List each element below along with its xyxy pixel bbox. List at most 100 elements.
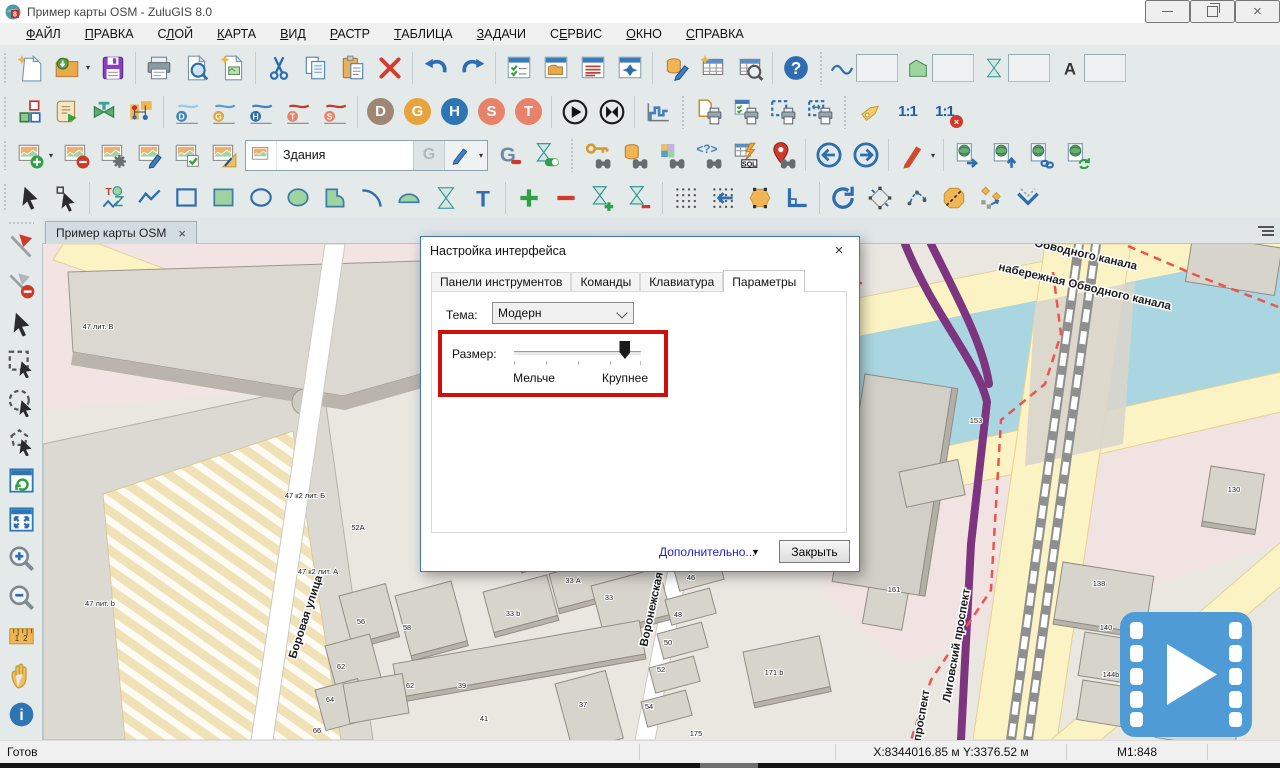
theme-select[interactable]: Модерн: [492, 302, 634, 324]
edit-polygon-nodes-button[interactable]: [742, 179, 777, 216]
layers-window-button[interactable]: [538, 49, 573, 86]
apply-layer-edits-button[interactable]: [169, 137, 204, 174]
chart-s-button[interactable]: S: [317, 93, 352, 130]
advanced-link[interactable]: Дополнительно...: [659, 545, 755, 559]
address-search-button[interactable]: [765, 137, 800, 174]
active-layer-combo[interactable]: ЗданияG▾: [245, 140, 488, 171]
menu-таблица[interactable]: ТАБЛИЦА: [382, 27, 465, 41]
layer-edit-pencil-button[interactable]: [444, 141, 475, 170]
remove-symbol-object-button[interactable]: [622, 179, 657, 216]
dialog-tab-inactive[interactable]: Клавиатура: [640, 272, 723, 291]
line-style-picker[interactable]: [830, 54, 902, 82]
symbol-style-picker-preview[interactable]: [1008, 54, 1050, 82]
navigate-forward-button[interactable]: [848, 137, 883, 174]
toolbar-drag-handle[interactable]: [570, 138, 574, 172]
menu-правка[interactable]: ПРАВКА: [73, 27, 146, 41]
symbol-visibility-toggle-button[interactable]: [529, 137, 564, 174]
remove-object-button[interactable]: [548, 179, 583, 216]
mode-d-button[interactable]: D: [363, 93, 398, 130]
dialog-tab-inactive[interactable]: Панели инструментов: [431, 272, 571, 291]
project-structure-button[interactable]: [12, 93, 47, 130]
restore-button[interactable]: [1190, 0, 1235, 23]
group-style-remove-button[interactable]: G: [492, 137, 527, 174]
toolbar-drag-handle[interactable]: [681, 95, 685, 129]
advanced-caret-icon[interactable]: ▼: [751, 547, 760, 557]
select-circle-button[interactable]: [3, 385, 39, 421]
rotate-object-button[interactable]: [825, 179, 860, 216]
menu-карта[interactable]: КАРТА: [205, 27, 268, 41]
draw-filled-arc-button[interactable]: [391, 179, 426, 216]
pan-button[interactable]: [3, 658, 39, 694]
size-slider-thumb[interactable]: [619, 341, 630, 359]
draw-ellipse-button[interactable]: [243, 179, 278, 216]
video-play-button[interactable]: [1120, 612, 1252, 737]
draw-symbol-button[interactable]: [428, 179, 463, 216]
edit-layer-vertices-button[interactable]: [206, 137, 241, 174]
select-polygon-button[interactable]: [3, 424, 39, 460]
measure-distance-button[interactable]: 12: [3, 619, 39, 655]
toolbar-drag-handle[interactable]: [819, 51, 823, 85]
draw-polygon-button[interactable]: [317, 179, 352, 216]
map-search-button[interactable]: [654, 137, 689, 174]
add-symbol-object-button[interactable]: [585, 179, 620, 216]
add-layer-button[interactable]: [12, 137, 47, 174]
draw-filled-ellipse-button[interactable]: [280, 179, 315, 216]
navigator-window-button[interactable]: [612, 49, 647, 86]
print-preview-button[interactable]: [178, 49, 213, 86]
menu-растр[interactable]: РАСТР: [318, 27, 382, 41]
report-button[interactable]: [215, 49, 250, 86]
undo-button[interactable]: [418, 49, 453, 86]
edit-database-button[interactable]: [658, 49, 693, 86]
new-table-button[interactable]: [695, 49, 730, 86]
menu-файл[interactable]: ФАЙЛ: [14, 27, 73, 41]
menu-сервис[interactable]: СЕРВИС: [538, 27, 614, 41]
delete-button[interactable]: [372, 49, 407, 86]
redo-button[interactable]: [455, 49, 490, 86]
chart-g-button[interactable]: G: [206, 93, 241, 130]
menu-задачи[interactable]: ЗАДАЧИ: [465, 27, 538, 41]
draw-filled-rectangle-button[interactable]: [206, 179, 241, 216]
edit-layer-button[interactable]: [132, 137, 167, 174]
text-style-picker[interactable]: A: [1058, 54, 1130, 82]
marker-tool-button[interactable]: [894, 137, 929, 174]
line-style-picker-preview[interactable]: [856, 54, 898, 82]
print-selection-button[interactable]: [765, 93, 800, 130]
network-editor-button[interactable]: [123, 93, 158, 130]
draw-arc-button[interactable]: [354, 179, 389, 216]
paste-button[interactable]: [335, 49, 370, 86]
query-search-button[interactable]: <?>: [691, 137, 726, 174]
dialog-close-action-button[interactable]: Закрыть: [779, 540, 850, 563]
chart-h-button[interactable]: H: [243, 93, 278, 130]
mode-h-button[interactable]: H: [437, 93, 472, 130]
fill-style-picker[interactable]: [906, 54, 978, 82]
minimize-button[interactable]: [1145, 0, 1190, 23]
print-button[interactable]: [141, 49, 176, 86]
sql-query-button[interactable]: SQL: [728, 137, 763, 174]
task-list-window-button[interactable]: [501, 49, 536, 86]
pointer-button[interactable]: [3, 307, 39, 343]
toolbar-drag-handle[interactable]: [843, 95, 847, 129]
cut-button[interactable]: [261, 49, 296, 86]
draw-text-button[interactable]: T: [465, 179, 500, 216]
menu-справка[interactable]: СПРАВКА: [674, 27, 756, 41]
text-style-picker-preview[interactable]: [1084, 54, 1126, 82]
add-layer-dropdown-caret[interactable]: ▾: [49, 151, 57, 160]
remove-layer-button[interactable]: [58, 137, 93, 174]
sync-map-button[interactable]: [1060, 137, 1095, 174]
table-search-button[interactable]: [732, 49, 767, 86]
object-info-button[interactable]: i: [3, 697, 39, 733]
histogram-button[interactable]: [640, 93, 675, 130]
grid-points-button[interactable]: [668, 179, 703, 216]
help-button[interactable]: ?: [778, 49, 813, 86]
open-map-dropdown-caret[interactable]: ▾: [86, 63, 94, 72]
menu-окно[interactable]: ОКНО: [614, 27, 674, 41]
open-map-button[interactable]: [49, 49, 84, 86]
label-tool-button[interactable]: [853, 93, 888, 130]
select-rectangle-button[interactable]: [3, 346, 39, 382]
copy-button[interactable]: [298, 49, 333, 86]
zoom-out-button[interactable]: [3, 580, 39, 616]
link-map-button[interactable]: [1023, 137, 1058, 174]
skip-button[interactable]: [594, 93, 629, 130]
refresh-map-button[interactable]: [3, 463, 39, 499]
dialog-tab-active[interactable]: Параметры: [723, 270, 805, 292]
